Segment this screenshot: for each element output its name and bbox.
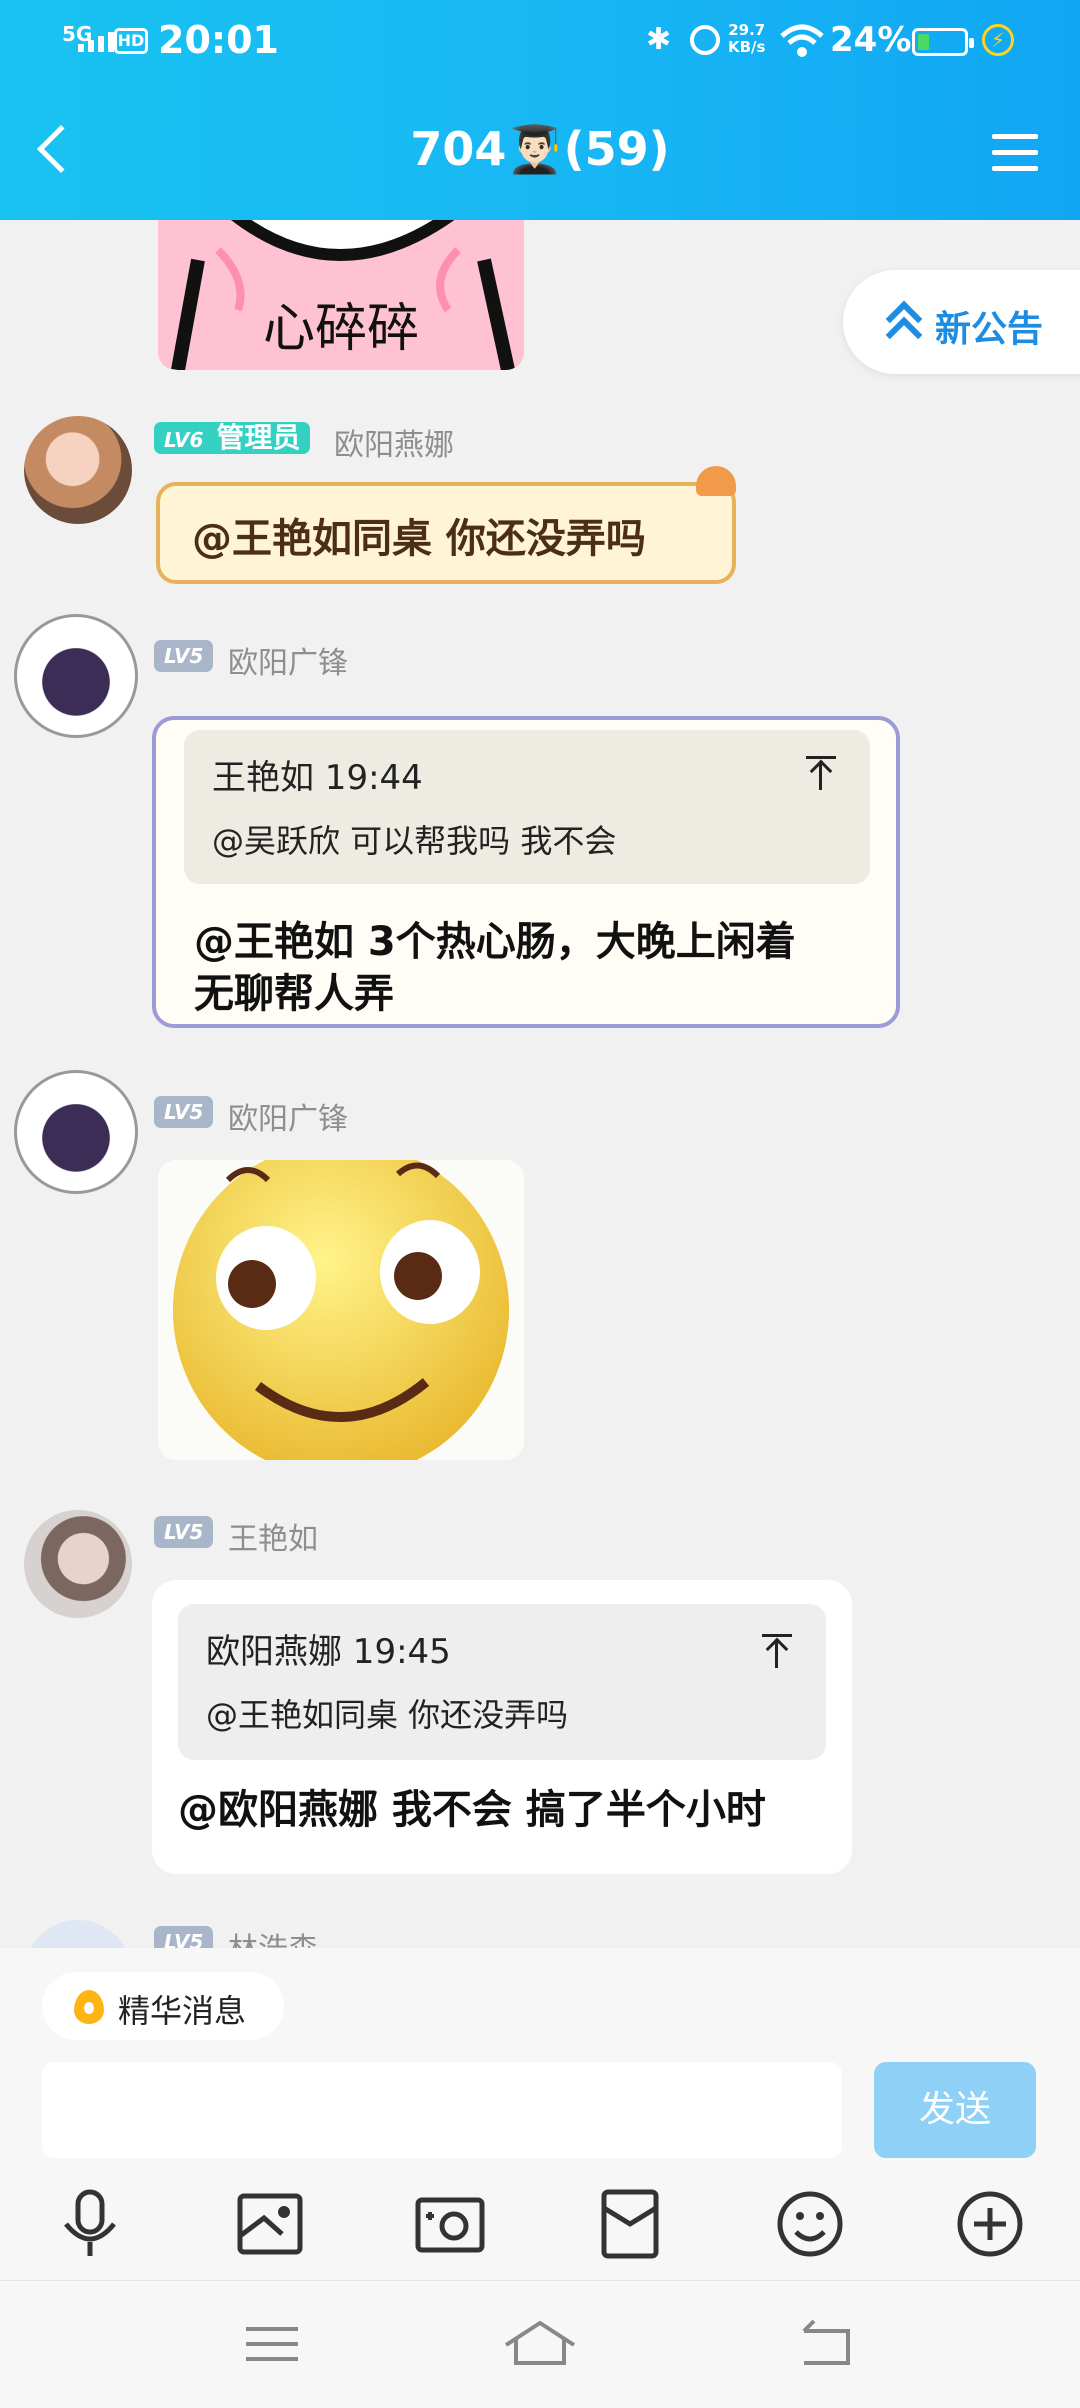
quoted-text: @吴跃欣 可以帮我吗 我不会	[212, 822, 617, 860]
battery-icon	[912, 28, 974, 56]
smiley-sticker-image	[158, 1160, 524, 1460]
microphone-icon[interactable]	[50, 2184, 130, 2264]
avatar[interactable]	[24, 1920, 132, 1948]
quoted-message[interactable]: 王艳如 19:44 @吴跃欣 可以帮我吗 我不会	[184, 730, 870, 884]
essence-messages-label: 精华消息	[118, 1992, 247, 2030]
message-text-line-1: @王艳如 3个热心肠，大晚上闲着	[194, 919, 796, 965]
message-text: @王艳如同桌 你还没弄吗	[192, 516, 646, 562]
sender-name: 林浩森	[228, 1924, 318, 1948]
network-speed-unit: KB/s	[728, 38, 766, 56]
battery-percent: 24%	[830, 20, 912, 60]
alarm-icon	[690, 25, 720, 55]
quoted-message[interactable]: 欧阳燕娜 19:45 @王艳如同桌 你还没弄吗	[178, 1604, 826, 1760]
toolbar	[0, 2184, 1080, 2280]
sticker-caption: 心碎碎	[262, 299, 419, 359]
sender-name: 欧阳燕娜	[334, 428, 454, 463]
sticker-message[interactable]: 心碎碎	[158, 220, 524, 370]
avatar[interactable]	[14, 614, 138, 738]
quoted-sender-time: 王艳如 19:44	[212, 758, 423, 798]
cat-decoration-icon	[696, 466, 736, 496]
level-badge: LV5	[154, 640, 214, 672]
hd-badge: HD	[114, 28, 148, 54]
sender-name: 欧阳广锋	[228, 1102, 348, 1137]
chat-title: 704👨🏻‍🎓(59)	[410, 122, 670, 176]
network-speed: 29.7 KB/s	[728, 22, 765, 56]
level-badge: LV5	[154, 1926, 214, 1948]
back-nav-icon[interactable]	[784, 2309, 864, 2379]
message-bubble[interactable]: @王艳如同桌 你还没弄吗	[156, 466, 736, 584]
avatar[interactable]	[24, 416, 132, 524]
message-text-line-2: 无聊帮人弄	[194, 971, 394, 1017]
new-announcement-button[interactable]: 新公告	[843, 270, 1080, 374]
battery-level-fill	[918, 34, 929, 50]
top-bar: 5G HD 20:01 ✱ 29.7 KB/s 24% ⚡ 704👨🏻‍🎓(59…	[0, 0, 1080, 220]
camera-icon[interactable]	[410, 2184, 490, 2264]
input-panel: 精华消息 发送	[0, 1948, 1080, 2408]
recent-apps-icon[interactable]	[232, 2309, 312, 2379]
message-text: @王艳如 3个热心肠，大晚上闲着 无聊帮人弄	[194, 916, 796, 1020]
network-speed-value: 29.7	[728, 21, 766, 39]
system-navigation-bar	[0, 2280, 1080, 2408]
new-announcement-label: 新公告	[935, 309, 1044, 350]
level-badge: LV5	[154, 1096, 214, 1128]
avatar[interactable]	[14, 1070, 138, 1194]
send-button[interactable]: 发送	[874, 2062, 1036, 2158]
quoted-text: @王艳如同桌 你还没弄吗	[206, 1696, 569, 1734]
jump-to-top-icon[interactable]	[806, 756, 836, 792]
signal-icon	[78, 32, 114, 52]
sender-name: 王艳如	[228, 1522, 318, 1557]
level-badge: LV6 管理员	[154, 421, 311, 454]
message-bubble[interactable]: 欧阳燕娜 19:45 @王艳如同桌 你还没弄吗 @欧阳燕娜 我不会 搞了半个小时	[152, 1580, 852, 1874]
wifi-icon	[780, 24, 824, 57]
image-icon[interactable]	[230, 2184, 310, 2264]
message-input[interactable]	[42, 2062, 842, 2158]
avatar[interactable]	[24, 1510, 132, 1618]
charging-icon: ⚡	[982, 24, 1014, 56]
bluetooth-icon: ✱	[646, 22, 672, 57]
essence-messages-button[interactable]: 精华消息	[42, 1972, 284, 2040]
emoji-icon[interactable]	[770, 2184, 850, 2264]
home-icon[interactable]	[500, 2309, 580, 2379]
admin-role-label: 管理员	[216, 421, 301, 454]
message-list[interactable]: 心碎碎 新公告 LV6 管理员 欧阳燕娜 @王艳如同桌 你还没弄吗 LV5 欧阳…	[0, 220, 1080, 1948]
plus-icon[interactable]	[950, 2184, 1030, 2264]
clock: 20:01	[158, 18, 279, 62]
message-bubble[interactable]: 王艳如 19:44 @吴跃欣 可以帮我吗 我不会 @王艳如 3个热心肠，大晚上闲…	[152, 716, 900, 1028]
sender-name: 欧阳广锋	[228, 646, 348, 681]
double-chevron-up-icon	[881, 300, 921, 344]
quoted-sender-time: 欧阳燕娜 19:45	[206, 1632, 451, 1672]
level-badge-text: LV6	[164, 428, 204, 452]
red-packet-icon[interactable]	[590, 2184, 670, 2264]
menu-button[interactable]	[992, 130, 1038, 176]
fire-drop-icon	[74, 1990, 104, 2024]
level-badge: LV5	[154, 1516, 214, 1548]
sticker-message[interactable]	[158, 1160, 524, 1460]
message-text: @欧阳燕娜 我不会 搞了半个小时	[178, 1787, 766, 1833]
status-bar: 5G HD 20:01 ✱ 29.7 KB/s 24% ⚡	[0, 0, 1080, 84]
jump-to-top-icon[interactable]	[762, 1634, 792, 1670]
